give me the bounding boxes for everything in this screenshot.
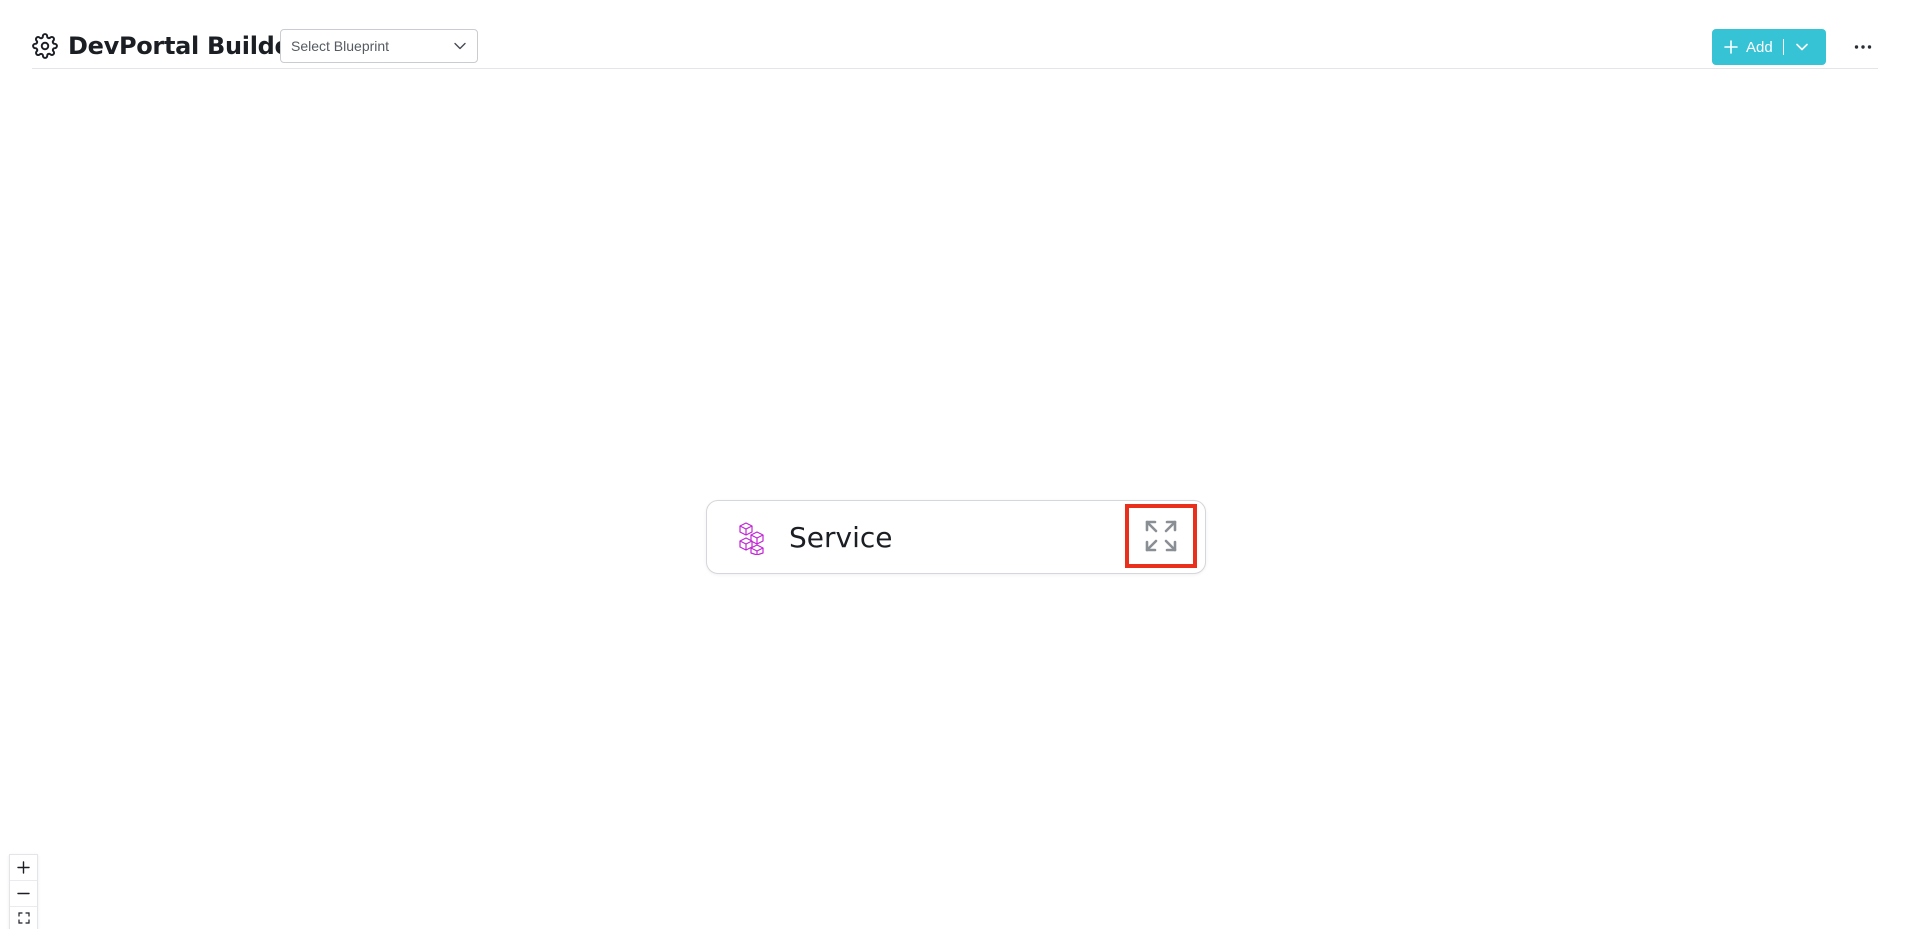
expand-node-button[interactable]: [1125, 504, 1197, 568]
add-dropdown-chevron-icon[interactable]: [1794, 39, 1810, 55]
add-button-divider: [1782, 39, 1784, 55]
zoom-controls: [9, 854, 38, 929]
minus-icon: [17, 887, 30, 900]
gear-icon: [32, 33, 58, 59]
title-group: DevPortal Builder: [32, 26, 302, 66]
add-button-label: Add: [1746, 38, 1773, 56]
add-button-main[interactable]: Add: [1712, 29, 1773, 65]
blueprint-node-service[interactable]: Service: [706, 500, 1206, 574]
zoom-in-button[interactable]: [10, 855, 37, 881]
page: DevPortal Builder Select Blueprint Add S…: [0, 0, 1914, 929]
expand-arrows-icon: [1144, 519, 1178, 553]
cubes-icon: [737, 521, 767, 555]
blueprint-select-value: Select Blueprint: [291, 38, 390, 54]
node-label: Service: [789, 521, 893, 554]
blueprint-select[interactable]: Select Blueprint: [280, 29, 478, 63]
zoom-out-button[interactable]: [10, 881, 37, 907]
page-title: DevPortal Builder: [68, 32, 303, 60]
ellipsis-icon: [1854, 44, 1872, 50]
plus-icon: [17, 861, 30, 874]
fit-view-button[interactable]: [10, 907, 37, 929]
more-options-button[interactable]: [1850, 34, 1876, 60]
chevron-down-icon: [453, 39, 467, 53]
add-button[interactable]: Add: [1712, 29, 1826, 65]
header-bar: DevPortal Builder Select Blueprint Add: [32, 22, 1878, 69]
fit-view-icon: [17, 912, 30, 924]
plus-icon: [1724, 40, 1738, 54]
